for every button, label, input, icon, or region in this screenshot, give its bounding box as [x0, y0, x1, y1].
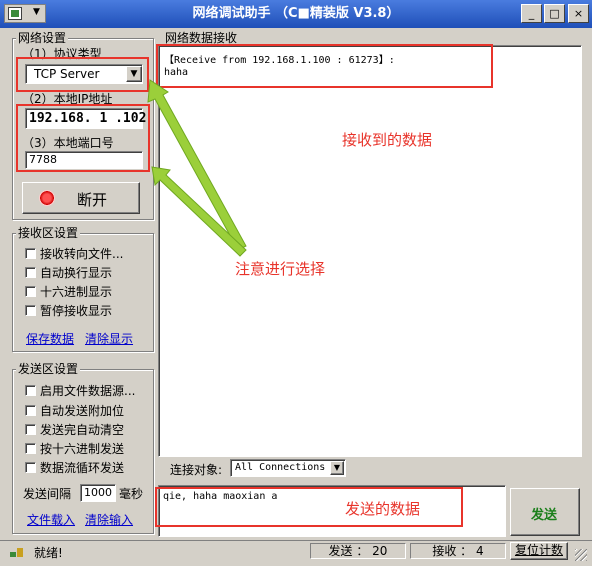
status-divider — [0, 540, 592, 541]
sent-count: 发送 ： 20 — [310, 543, 406, 559]
annotation-select: 注意进行选择 — [235, 260, 326, 278]
received-count: 接收 ： 4 — [410, 543, 506, 559]
annotation-received: 接收到的数据 — [342, 131, 433, 149]
arrow-to-protocol — [147, 79, 247, 251]
reset-count-button[interactable]: 复位计数 — [510, 542, 568, 560]
status-icon — [9, 544, 25, 558]
status-text: 就绪! — [34, 546, 63, 560]
annotation-send: 发送的数据 — [345, 500, 421, 518]
resize-grip[interactable] — [575, 549, 587, 561]
arrow-to-ip-port — [151, 166, 247, 257]
plug-icon — [10, 548, 23, 557]
annotation-arrows — [147, 79, 247, 257]
